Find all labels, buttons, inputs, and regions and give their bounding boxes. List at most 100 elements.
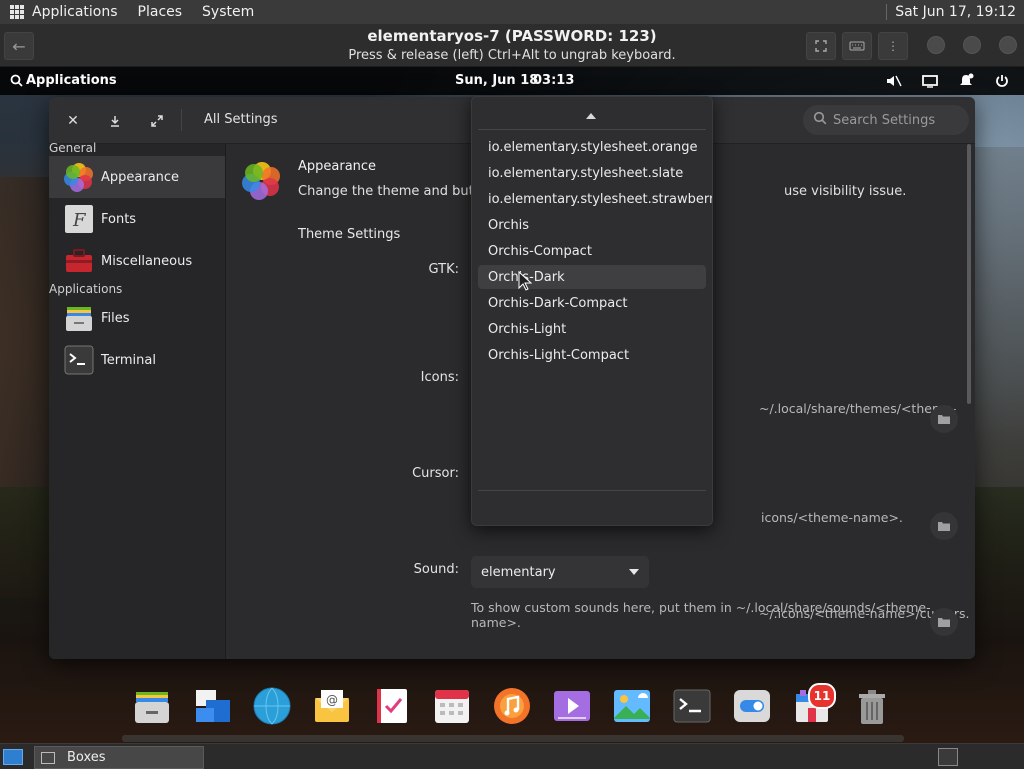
sidebar-item-label: Appearance <box>101 169 180 185</box>
host-menu-places[interactable]: Places <box>138 4 183 20</box>
search-placeholder: Search Settings <box>833 112 936 128</box>
theme-settings-heading: Theme Settings <box>298 227 401 242</box>
sidebar-item-label: Miscellaneous <box>101 253 193 269</box>
window-icon <box>41 751 55 764</box>
sidebar-item-label: Fonts <box>101 211 137 227</box>
terminal-dock-icon[interactable] <box>672 686 712 726</box>
keyboard-button[interactable] <box>842 32 872 60</box>
appearance-icon <box>64 163 93 192</box>
icons-label: Icons: <box>420 370 459 385</box>
scroll-up-icon[interactable] <box>586 113 596 119</box>
dock-background <box>122 735 904 742</box>
search-icon <box>10 74 23 87</box>
close-window-button[interactable] <box>999 36 1017 54</box>
maximize-button[interactable] <box>963 36 981 54</box>
trash-icon[interactable] <box>852 686 892 726</box>
folder-icon <box>938 415 950 424</box>
sound-hint: To show custom sounds here, put them in … <box>471 600 931 615</box>
sound-label: Sound: <box>413 562 459 577</box>
sound-hint-cont: name>. <box>471 615 521 630</box>
close-icon[interactable]: ✕ <box>63 111 83 131</box>
panel-date[interactable]: Sun, Jun 18 <box>455 73 538 88</box>
sound-value: elementary <box>481 564 556 580</box>
multitasking-view-icon[interactable] <box>192 686 232 726</box>
tasks-icon[interactable] <box>372 686 412 726</box>
applications-label: Applications <box>26 73 117 88</box>
sidebar-item-label: Terminal <box>101 352 156 368</box>
download-icon[interactable] <box>105 111 125 131</box>
sidebar-item-fonts[interactable]: F Fonts <box>49 198 225 240</box>
theme-option[interactable]: io.elementary.stylesheet.strawberry <box>478 187 712 211</box>
files-icon <box>66 307 92 331</box>
theme-option-hovered[interactable]: Orchis-Dark <box>478 265 706 289</box>
applications-menu[interactable]: Applications <box>10 73 117 88</box>
host-menu-applications[interactable]: Applications <box>32 4 118 20</box>
theme-option[interactable]: Orchis-Light-Compact <box>478 343 706 367</box>
system-settings-icon[interactable] <box>732 686 772 726</box>
host-bottom-panel: Boxes <box>0 743 1024 769</box>
mouse-pointer-icon <box>518 271 532 291</box>
fonts-icon: F <box>65 205 93 233</box>
sidebar-item-files[interactable]: Files <box>49 297 225 339</box>
expand-icon[interactable] <box>147 111 167 131</box>
category-applications: Applications <box>49 282 123 296</box>
guest-desktop: Applications Sun, Jun 18 03:13 ✕ All Set… <box>0 67 1024 743</box>
toolbox-icon <box>66 249 92 272</box>
panel-time[interactable]: 03:13 <box>533 73 574 88</box>
sidebar-item-label: Files <box>101 310 130 326</box>
dock: @ <box>122 676 904 743</box>
sound-muted-icon[interactable] <box>885 72 903 90</box>
task-label: Boxes <box>67 750 106 765</box>
titlebar-separator <box>181 109 182 131</box>
theme-option[interactable]: io.elementary.stylesheet.slate <box>478 161 706 185</box>
host-clock[interactable]: Sat Jun 17, 19:12 <box>886 4 1016 20</box>
gtk-theme-popup: io.elementary.stylesheet.orange io.eleme… <box>471 96 713 526</box>
folder-icon <box>938 618 950 627</box>
content-scrollbar[interactable] <box>967 144 971 404</box>
mail-icon[interactable]: @ <box>312 686 352 726</box>
apps-grid-icon[interactable] <box>10 5 24 19</box>
sidebar-item-appearance[interactable]: Appearance <box>49 156 225 198</box>
host-top-panel: Applications Places System Sat Jun 17, 1… <box>0 0 1024 25</box>
sidebar-item-terminal[interactable]: Terminal <box>49 339 225 381</box>
svg-text:F: F <box>72 210 87 231</box>
minimize-button[interactable] <box>927 36 945 54</box>
sound-combobox[interactable]: elementary <box>471 556 649 588</box>
theme-option[interactable]: Orchis-Dark-Compact <box>478 291 706 315</box>
fullscreen-button[interactable] <box>806 32 836 60</box>
icons-folder-button[interactable] <box>930 512 958 540</box>
vm-headerbar: ← elementaryos-7 (PASSWORD: 123) Press &… <box>0 24 1024 67</box>
notifications-icon[interactable] <box>957 72 975 90</box>
cursor-label: Cursor: <box>412 466 459 481</box>
theme-option[interactable]: Orchis <box>478 213 706 237</box>
display-icon[interactable] <box>921 72 939 90</box>
sidebar-item-miscellaneous[interactable]: Miscellaneous <box>49 240 225 282</box>
vm-menu-button[interactable]: ⋮ <box>878 32 908 60</box>
web-browser-icon[interactable] <box>252 686 292 726</box>
host-menu-system[interactable]: System <box>202 4 254 20</box>
music-icon[interactable] <box>492 686 532 726</box>
settings-sidebar: General Appearance F Fonts Miscellaneous… <box>49 141 226 659</box>
search-settings-field[interactable]: Search Settings <box>803 105 969 135</box>
photos-icon[interactable] <box>612 686 652 726</box>
app-center-badge: 11 <box>808 683 836 709</box>
gtk-folder-button[interactable] <box>930 405 958 433</box>
workspace-switcher[interactable] <box>938 748 958 766</box>
search-icon <box>813 111 827 129</box>
guest-top-panel: Applications Sun, Jun 18 03:13 <box>0 67 1024 95</box>
taskbar-item-boxes[interactable]: Boxes <box>34 746 204 769</box>
all-settings-button[interactable]: All Settings <box>204 112 278 127</box>
calendar-icon[interactable] <box>432 686 472 726</box>
theme-option[interactable]: io.elementary.stylesheet.orange <box>478 135 706 159</box>
fullscreen-icon <box>815 40 827 52</box>
power-icon[interactable] <box>993 72 1011 90</box>
theme-option[interactable]: Orchis-Compact <box>478 239 706 263</box>
files-app-icon[interactable] <box>132 686 172 726</box>
show-desktop-button[interactable] <box>3 749 23 765</box>
terminal-icon <box>64 345 94 375</box>
theme-option[interactable]: Orchis-Light <box>478 317 706 341</box>
page-description-tail: use visibility issue. <box>784 184 907 199</box>
cursor-folder-button[interactable] <box>930 608 958 636</box>
category-general: General <box>49 141 97 155</box>
videos-icon[interactable] <box>552 686 592 726</box>
